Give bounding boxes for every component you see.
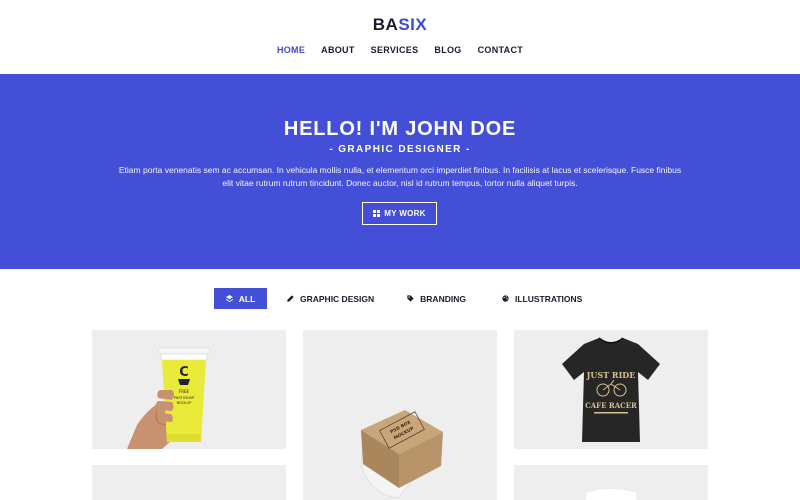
tag-icon — [407, 295, 414, 302]
main-nav: HOME ABOUT SERVICES BLOG CONTACT — [0, 45, 800, 55]
cup-text-2: PHOTOSHOP — [174, 396, 194, 400]
filter-graphic-design[interactable]: GRAPHIC DESIGN — [287, 288, 374, 309]
portfolio-filters: ALL GRAPHIC DESIGN BRANDING ILLUSTRATION… — [214, 288, 582, 309]
my-work-button-label: MY WORK — [384, 209, 426, 218]
cup-text-3: MOCK-UP — [177, 401, 192, 405]
pencil-icon — [287, 295, 294, 302]
nav-item-blog[interactable]: BLOG — [434, 45, 461, 55]
filter-all-label: ALL — [238, 293, 256, 304]
hero-section: HELLO! I'M JOHN DOE - GRAPHIC DESIGNER -… — [0, 74, 800, 269]
portfolio-item-5[interactable] — [514, 465, 708, 500]
filter-illustrations[interactable]: ILLUSTRATIONS — [502, 288, 582, 309]
cup-text-1: FREE — [179, 389, 190, 394]
hero-subtitle: - GRAPHIC DESIGNER - — [329, 144, 471, 155]
hero-title: HELLO! I'M JOHN DOE — [283, 118, 517, 140]
logo-text-part2: SIX — [398, 15, 428, 34]
site-logo[interactable]: BASIX — [0, 15, 800, 35]
filter-branding-label: BRANDING — [420, 293, 466, 304]
logo-text-part1: BA — [372, 15, 399, 34]
layers-icon — [225, 295, 233, 302]
my-work-button[interactable]: MY WORK — [362, 202, 437, 225]
nav-item-about[interactable]: ABOUT — [321, 45, 355, 55]
site-header: BASIX HOME ABOUT SERVICES BLOG CONTACT — [0, 0, 800, 74]
portfolio-item-tshirt[interactable]: JUST RIDE CAFE RACER — [514, 330, 708, 449]
shirt-text-1: JUST RIDE — [586, 370, 636, 380]
cup-letter: C — [179, 365, 189, 380]
portfolio-item-coffee-cup[interactable]: C FREE PHOTOSHOP MOCK-UP — [92, 330, 286, 449]
portfolio-item-box[interactable]: PSD BOX MOCKUP — [303, 330, 497, 500]
nav-item-services[interactable]: SERVICES — [371, 45, 419, 55]
mug-image — [586, 489, 636, 500]
filter-branding[interactable]: BRANDING — [407, 288, 466, 309]
coffee-cup-image: C FREE PHOTOSHOP MOCK-UP — [127, 347, 211, 449]
grid-icon — [373, 210, 381, 217]
filter-graphic-design-label: GRAPHIC DESIGN — [300, 293, 375, 304]
nav-item-home[interactable]: HOME — [277, 45, 305, 55]
tshirt-image: JUST RIDE CAFE RACER — [562, 337, 660, 442]
filter-illustrations-label: ILLUSTRATIONS — [514, 293, 583, 304]
shirt-text-2: CAFE RACER — [585, 401, 637, 410]
filter-all[interactable]: ALL — [214, 288, 267, 309]
hero-description: Etiam porta venenatis sem ac accumsan. I… — [118, 165, 682, 188]
palette-icon — [502, 295, 509, 302]
kraft-box-image: PSD BOX MOCKUP — [360, 410, 443, 499]
portfolio-item-4[interactable] — [92, 465, 286, 500]
nav-item-contact[interactable]: CONTACT — [478, 45, 523, 55]
